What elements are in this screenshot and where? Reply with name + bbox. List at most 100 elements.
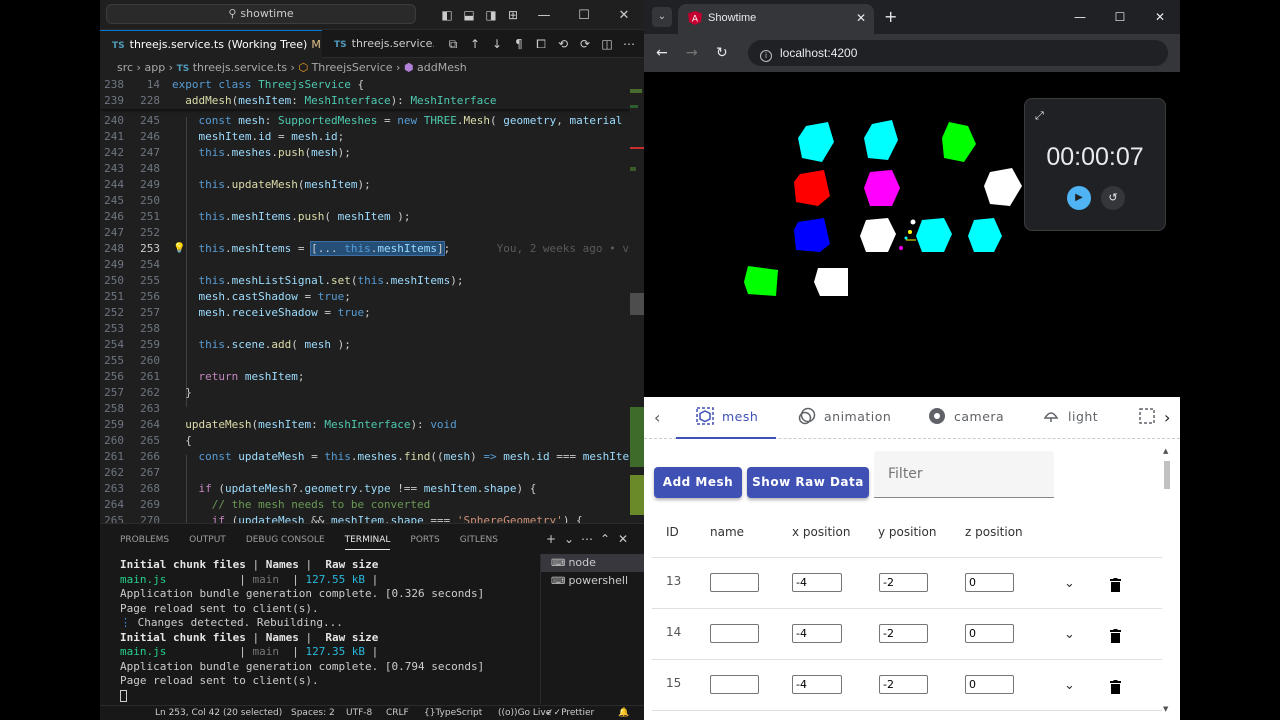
close-panel-icon[interactable]: ✕ (614, 530, 632, 550)
status-cursor-position[interactable]: Ln 253, Col 42 (20 selected) (155, 706, 282, 720)
minimize-button[interactable]: — (524, 8, 564, 23)
tab-camera[interactable]: camera (928, 397, 1028, 439)
scroll-up-icon[interactable]: ▲ (1163, 447, 1168, 455)
open-file-icon[interactable]: ⧉ (442, 37, 464, 52)
code-line[interactable]: 240 245 const mesh: SupportedMeshes = new… (100, 113, 630, 129)
y-position-input[interactable]: -2 (879, 675, 928, 694)
code-line[interactable]: 246 251 this.meshItems.push( meshItem ); (100, 209, 630, 225)
back-icon[interactable]: ← (656, 34, 668, 72)
more-actions-icon[interactable]: ⋯ (618, 37, 640, 51)
code-line[interactable]: 239 228 addMesh(meshItem: MeshInterface):… (100, 93, 630, 109)
code-line[interactable]: 247 252 (100, 225, 630, 241)
close-tab-icon[interactable]: ✕ (856, 4, 866, 32)
split-editor-icon[interactable]: ◫ (596, 37, 618, 51)
delete-icon[interactable] (1110, 578, 1121, 592)
code-line[interactable]: 250 255 this.meshListSignal.set(this.mesh… (100, 273, 630, 289)
delete-icon[interactable] (1110, 629, 1121, 643)
toggle-secondary-sidebar-icon[interactable]: ◨ (480, 8, 502, 22)
breadcrumb-item[interactable]: app (144, 61, 165, 74)
code-line[interactable]: 255 260 (100, 353, 630, 369)
filter-input[interactable]: Filter (874, 451, 1054, 498)
play-button[interactable]: ▶ (1067, 186, 1091, 210)
breadcrumb-item[interactable]: ThreejsService (312, 61, 393, 74)
code-line[interactable]: 243 248 (100, 161, 630, 177)
tab-problems[interactable]: PROBLEMS (120, 530, 169, 550)
code-line[interactable]: 259 264 updateMesh(meshItem: MeshInterfac… (100, 417, 630, 433)
code-line[interactable]: 257 262 } (100, 385, 630, 401)
x-position-input[interactable]: -4 (792, 675, 842, 694)
delete-icon[interactable] (1110, 680, 1121, 694)
status-encoding[interactable]: UTF-8 (346, 706, 372, 720)
z-position-input[interactable]: 0 (965, 573, 1014, 592)
toggle-panel-icon[interactable]: ⬓ (458, 8, 480, 22)
code-line[interactable]: 252 257 mesh.receiveShadow = true; (100, 305, 630, 321)
code-line[interactable]: 258 263 (100, 401, 630, 417)
tab-threejs-service-working-tree[interactable]: TSthreejs.service.ts (Working Tree)M● (100, 30, 322, 58)
z-position-input[interactable]: 0 (965, 624, 1014, 643)
x-position-input[interactable]: -4 (792, 573, 842, 592)
maximize-button[interactable]: ☐ (564, 8, 604, 23)
status-language[interactable]: {} TypeScript (424, 706, 482, 720)
chevron-left-icon[interactable]: ‹ (654, 397, 660, 439)
code-line[interactable]: 264 269 // the mesh needs to be converted (100, 497, 630, 513)
maximize-button[interactable]: ☐ (1100, 10, 1140, 24)
maximize-panel-icon[interactable]: ⌃ (596, 530, 614, 550)
tab-debug-console[interactable]: DEBUG CONSOLE (246, 530, 325, 550)
code-line[interactable]: 244 249 this.updateMesh(meshItem); (100, 177, 630, 193)
pilcrow-icon[interactable]: ¶ (508, 37, 530, 51)
code-line[interactable]: 241 246 meshItem.id = mesh.id; (100, 129, 630, 145)
code-line[interactable]: 265 270 if (updateMesh && meshItem.shape … (100, 513, 630, 523)
new-tab-icon[interactable]: + (884, 7, 897, 26)
close-button[interactable]: ✕ (604, 8, 644, 23)
expand-chevron-icon[interactable]: ⌄ (1064, 576, 1075, 591)
tab-ports[interactable]: PORTS (410, 530, 439, 550)
scroll-down-icon[interactable]: ▼ (1163, 705, 1168, 713)
code-line[interactable]: 261 266 const updateMesh = this.meshes.fi… (100, 449, 630, 465)
tab-search-icon[interactable]: ⌄ (652, 7, 672, 27)
expand-icon[interactable]: ⤢ (1035, 109, 1049, 123)
code-line[interactable]: 249 254 (100, 257, 630, 273)
code-line[interactable]: 262 267 (100, 465, 630, 481)
arrow-down-icon[interactable]: ↓ (486, 37, 508, 51)
tab-more[interactable] (1138, 397, 1158, 439)
tab-threejs-service[interactable]: TSthreejs.service.ts I (322, 30, 434, 58)
notifications-bell-icon[interactable]: 🔔 (618, 706, 629, 720)
terminal-output[interactable]: Initial chunk files | Names | Raw size m… (120, 558, 540, 708)
z-position-input[interactable]: 0 (965, 675, 1014, 694)
code-line[interactable]: 253 258 (100, 321, 630, 337)
status-prettier[interactable]: ✓✓ Prettier (546, 706, 594, 720)
name-input[interactable] (710, 624, 759, 643)
git-compare-icon[interactable]: ⟲ (552, 37, 574, 51)
chevron-down-icon[interactable]: ⌄ (560, 530, 578, 550)
minimize-button[interactable]: — (1060, 10, 1100, 24)
code-line[interactable]: 263 268 if (updateMesh?.geometry.type !==… (100, 481, 630, 497)
close-button[interactable]: ✕ (1140, 10, 1180, 24)
code-line[interactable]: 256 261 return meshItem; (100, 369, 630, 385)
y-position-input[interactable]: -2 (879, 624, 928, 643)
code-line[interactable]: 254 259 this.scene.add( mesh ); (100, 337, 630, 353)
browser-tab-showtime[interactable]: A Showtime ✕ (678, 4, 874, 34)
address-bar[interactable]: i localhost:4200 (748, 40, 1168, 66)
reload-icon[interactable]: ↻ (716, 34, 728, 72)
tab-light[interactable]: light (1042, 397, 1132, 439)
vertical-scrollbar[interactable]: ▲ ▼ (1162, 447, 1170, 715)
customize-layout-icon[interactable]: ⊞ (502, 8, 524, 22)
code-line-current[interactable]: 248 253 💡 this.meshItems = [... this.meshI… (100, 241, 630, 257)
new-terminal-icon[interactable]: + (542, 530, 560, 550)
arrow-up-icon[interactable]: ↑ (464, 37, 486, 51)
terminal-item-node[interactable]: ⌨ node (541, 554, 644, 572)
x-position-input[interactable]: -4 (792, 624, 842, 643)
add-mesh-button[interactable]: Add Mesh (654, 467, 742, 498)
name-input[interactable] (710, 573, 759, 592)
expand-chevron-icon[interactable]: ⌄ (1064, 627, 1075, 642)
reset-button[interactable]: ↺ (1101, 186, 1125, 210)
book-icon[interactable]: ⧠ (530, 37, 552, 52)
code-line[interactable]: 242 247 this.meshes.push(mesh); (100, 145, 630, 161)
expand-chevron-icon[interactable]: ⌄ (1064, 678, 1075, 693)
scroll-thumb[interactable] (1164, 461, 1170, 489)
breadcrumb-item[interactable]: addMesh (417, 61, 467, 74)
discard-icon[interactable]: ⟳ (574, 37, 596, 51)
tab-gitlens[interactable]: GITLENS (460, 530, 498, 550)
terminal-item-powershell[interactable]: ⌨ powershell (541, 572, 644, 590)
minimap[interactable] (630, 77, 644, 523)
